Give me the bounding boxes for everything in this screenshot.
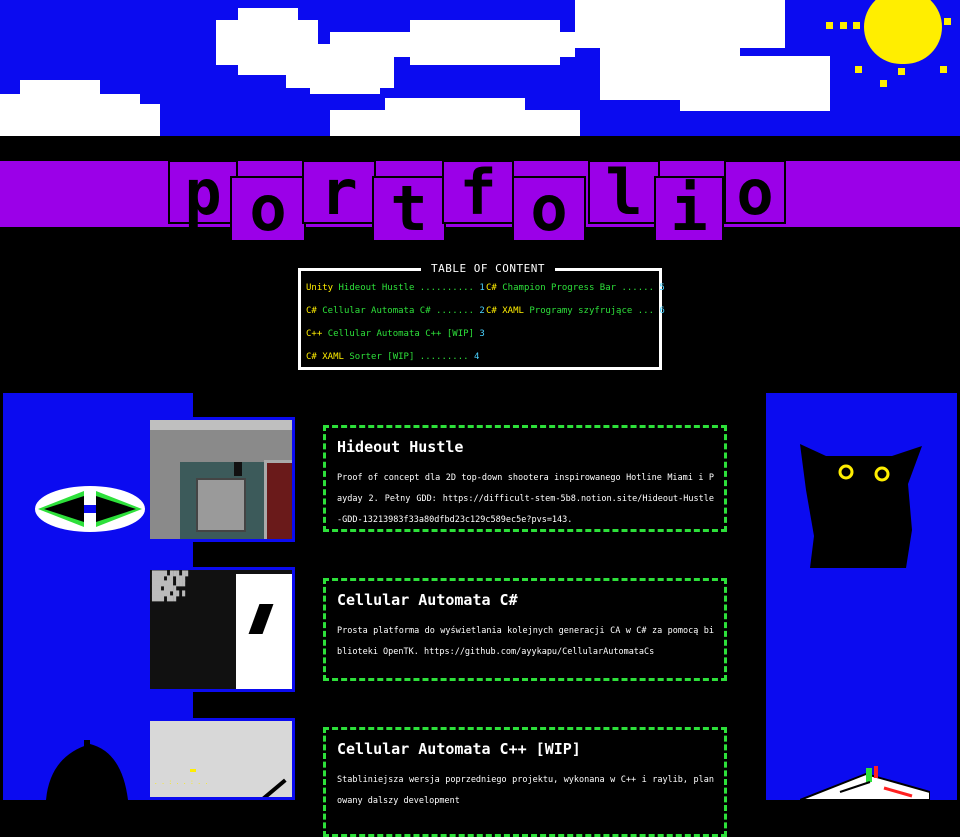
toc-item[interactable]: C# Champion Progress Bar ...... 5	[486, 283, 665, 293]
toc-item-name: Hideout Hustle ..........	[338, 283, 474, 293]
sun-ray	[880, 80, 887, 87]
title-letter: l	[588, 160, 660, 224]
sun-ray	[940, 66, 947, 73]
cloud	[20, 80, 100, 100]
project-title: Cellular Automata C#	[337, 591, 518, 609]
toc-item-name: Champion Progress Bar ......	[502, 283, 654, 293]
project-card[interactable]: Cellular Automata C++ [WIP] Stabliniejsz…	[323, 727, 727, 837]
title-letter: o	[512, 176, 586, 242]
toc-item-page: 2	[479, 306, 485, 316]
toc-item-name: Sorter [WIP] .........	[349, 352, 469, 362]
title-letter: f	[442, 160, 514, 224]
project-screenshot[interactable]	[147, 417, 295, 542]
sun-icon	[864, 0, 942, 64]
toc-title: TABLE OF CONTENT	[421, 262, 555, 275]
project-description: Proof of concept dla 2D top-down shooter…	[337, 473, 714, 525]
title-letter: i	[654, 176, 724, 242]
toc-item-lang: C# XAML	[486, 306, 524, 316]
cloud	[410, 20, 560, 65]
toc-item[interactable]: C# Cellular Automata C# ....... 2	[306, 306, 485, 316]
title-letter: r	[302, 160, 376, 224]
sun-ray	[840, 22, 847, 29]
cloud	[330, 110, 580, 136]
cloud	[680, 56, 830, 111]
toc-item[interactable]: Unity Hideout Hustle .......... 1	[306, 283, 485, 293]
toc-item-page: 3	[479, 329, 485, 339]
toc-item[interactable]: C# XAML Programy szyfrujące ... 6	[486, 306, 665, 316]
project-card[interactable]: Cellular Automata C# Prosta platforma do…	[323, 578, 727, 681]
sun-ray	[853, 22, 860, 29]
project-screenshot[interactable]: . . : . . : . .	[147, 718, 295, 800]
cloud	[575, 0, 785, 48]
toc-item-lang: C++	[306, 329, 323, 339]
cat-icon	[800, 444, 922, 568]
umbrella-icon	[46, 740, 128, 800]
title-letter: t	[372, 176, 446, 242]
sun-ray	[898, 68, 905, 75]
sun-ray	[826, 22, 833, 29]
toc-item-lang: C#	[306, 306, 317, 316]
toc-item[interactable]: C# XAML Sorter [WIP] ......... 4	[306, 352, 479, 362]
project-description: Prosta platforma do wyświetlania kolejny…	[337, 626, 714, 657]
title-letter: o	[724, 160, 786, 224]
cloud	[0, 94, 140, 136]
table-of-contents: TABLE OF CONTENT Unity Hideout Hustle ..…	[298, 262, 665, 370]
disc-icon	[35, 486, 145, 532]
sun-ray	[944, 18, 951, 25]
project-screenshot[interactable]: █████ ███ ██ ████ ██ ███ ███████ ███ ███ ██…	[147, 567, 295, 692]
project-title: Cellular Automata C++ [WIP]	[337, 740, 581, 758]
title-letter: o	[230, 176, 306, 242]
toc-item-lang: C# XAML	[306, 352, 344, 362]
cloud	[385, 98, 525, 113]
toc-item-page: 6	[659, 306, 665, 316]
toc-item[interactable]: C++ Cellular Automata C++ [WIP] 3	[306, 329, 485, 339]
toc-item-lang: C#	[486, 283, 497, 293]
toc-item-name: Programy szyfrujące ...	[529, 306, 654, 316]
toc-item-name: Cellular Automata C++ [WIP]	[327, 329, 474, 339]
project-card[interactable]: Hideout Hustle Proof of concept dla 2D t…	[323, 425, 727, 532]
project-description: Stabliniejsza wersja poprzedniego projek…	[337, 775, 714, 806]
breadboard-icon	[800, 766, 930, 800]
cloud	[130, 104, 160, 136]
project-title: Hideout Hustle	[337, 438, 464, 456]
sky-banner	[0, 0, 960, 136]
title-letter: p	[168, 160, 238, 224]
toc-item-page: 5	[659, 283, 665, 293]
toc-item-lang: Unity	[306, 283, 334, 293]
sun-ray	[855, 66, 862, 73]
toc-item-page: 1	[479, 283, 485, 293]
toc-item-name: Cellular Automata C# .......	[322, 306, 474, 316]
toc-item-page: 4	[474, 352, 480, 362]
